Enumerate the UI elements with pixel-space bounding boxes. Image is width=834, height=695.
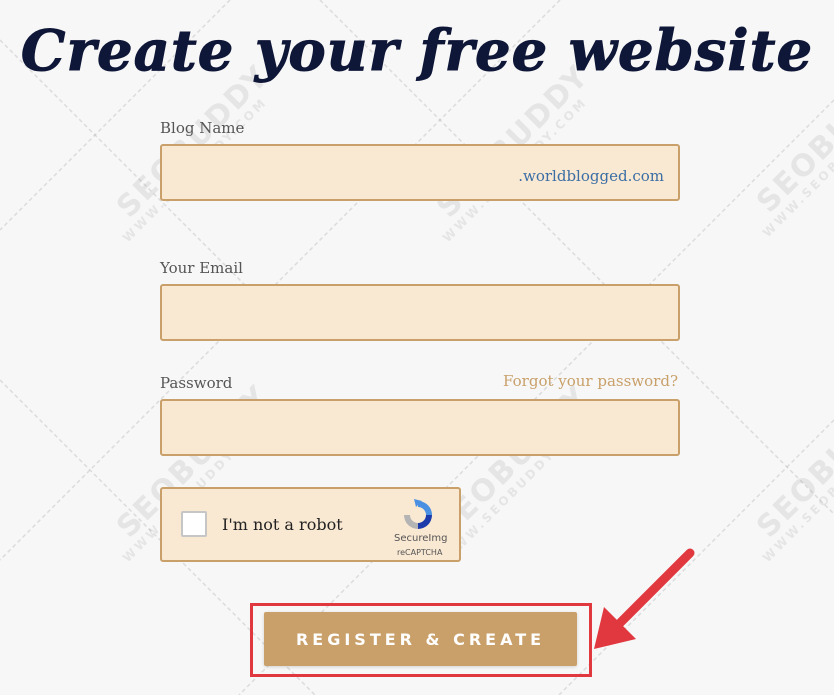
register-create-button[interactable]: REGISTER & CREATE: [264, 612, 577, 666]
captcha-brand: SecureImg: [394, 533, 448, 544]
captcha-sub: reCAPTCHA: [397, 548, 443, 557]
email-field[interactable]: [160, 284, 680, 341]
blog-domain-suffix: .worldblogged.com: [518, 167, 664, 185]
watermark-site: WWW.SEOBUDDY.COM: [760, 89, 834, 240]
captcha-widget: I'm not a robot SecureImg reCAPTCHA: [160, 487, 461, 562]
watermark-text: SEOBUDDY: [750, 378, 834, 545]
recaptcha-icon: [404, 499, 432, 529]
watermark-lines: [0, 0, 834, 695]
password-field[interactable]: [160, 399, 680, 456]
blog-name-field[interactable]: .worldblogged.com: [160, 144, 680, 201]
forgot-password-link[interactable]: Forgot your password?: [503, 372, 678, 390]
captcha-label: I'm not a robot: [222, 515, 343, 534]
email-label: Your Email: [160, 259, 243, 277]
watermark-site: WWW.SEOBUDDY.COM: [760, 414, 834, 565]
captcha-checkbox[interactable]: [181, 511, 207, 537]
password-label: Password: [160, 374, 233, 392]
page-title: Create your free website: [20, 18, 814, 85]
blog-name-label: Blog Name: [160, 119, 245, 137]
arrow-icon: [594, 548, 695, 649]
